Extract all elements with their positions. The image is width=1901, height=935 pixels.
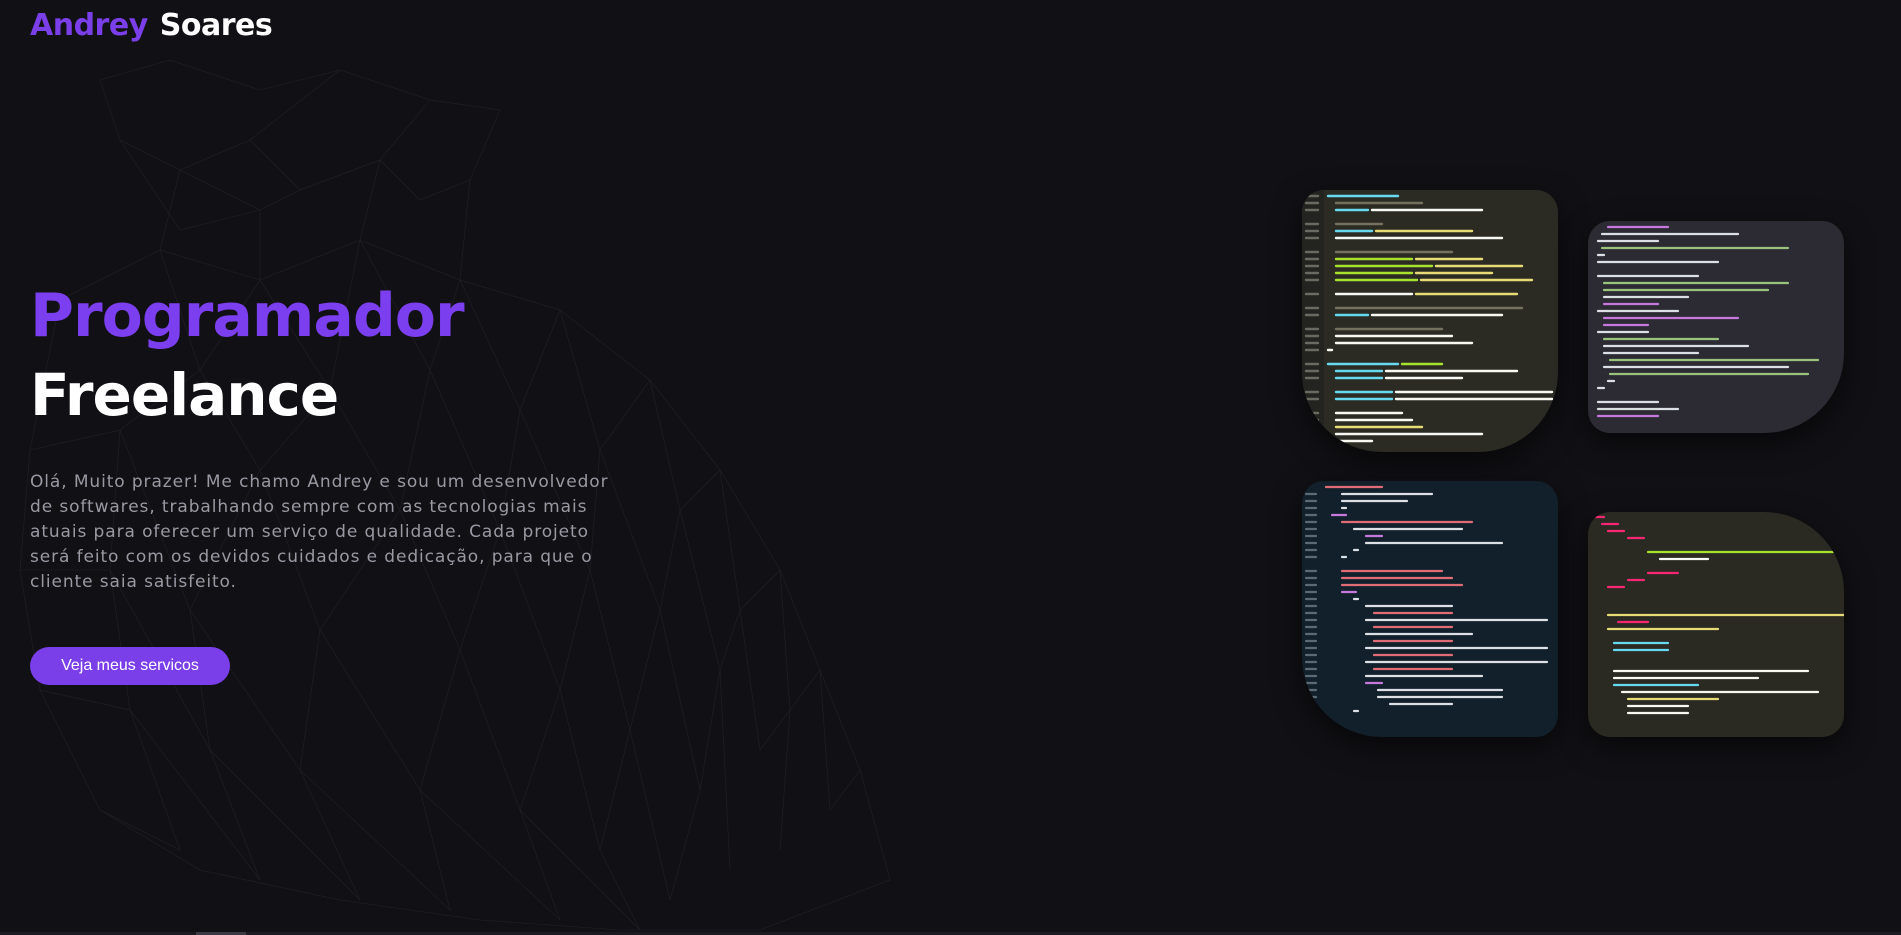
hero-title-line-2: Freelance <box>30 361 339 429</box>
code-screenshot-card-2[interactable] <box>1588 221 1844 433</box>
code-lines-graphic-3 <box>1304 485 1549 713</box>
code-screenshot-card-3[interactable] <box>1302 481 1558 737</box>
view-services-button[interactable]: Veja meus servicos <box>30 647 230 685</box>
code-lines-graphic-4 <box>1588 515 1844 715</box>
page: Andrey Soares Programador Freelance Olá, … <box>0 0 1901 935</box>
hero-description: Olá, Muito prazer! Me chamo Andrey e sou… <box>30 472 609 592</box>
code-lines-graphic-1 <box>1302 190 1554 452</box>
site-logo[interactable]: Andrey Soares <box>30 8 273 43</box>
logo-last-name: Soares <box>159 8 273 43</box>
code-lines-graphic-2 <box>1596 225 1820 418</box>
code-screenshot-card-4[interactable] <box>1588 512 1844 737</box>
code-screenshot-card-1[interactable] <box>1302 190 1558 452</box>
logo-first-name: Andrey <box>30 8 148 43</box>
hero-title-line-1: Programador <box>30 281 465 351</box>
